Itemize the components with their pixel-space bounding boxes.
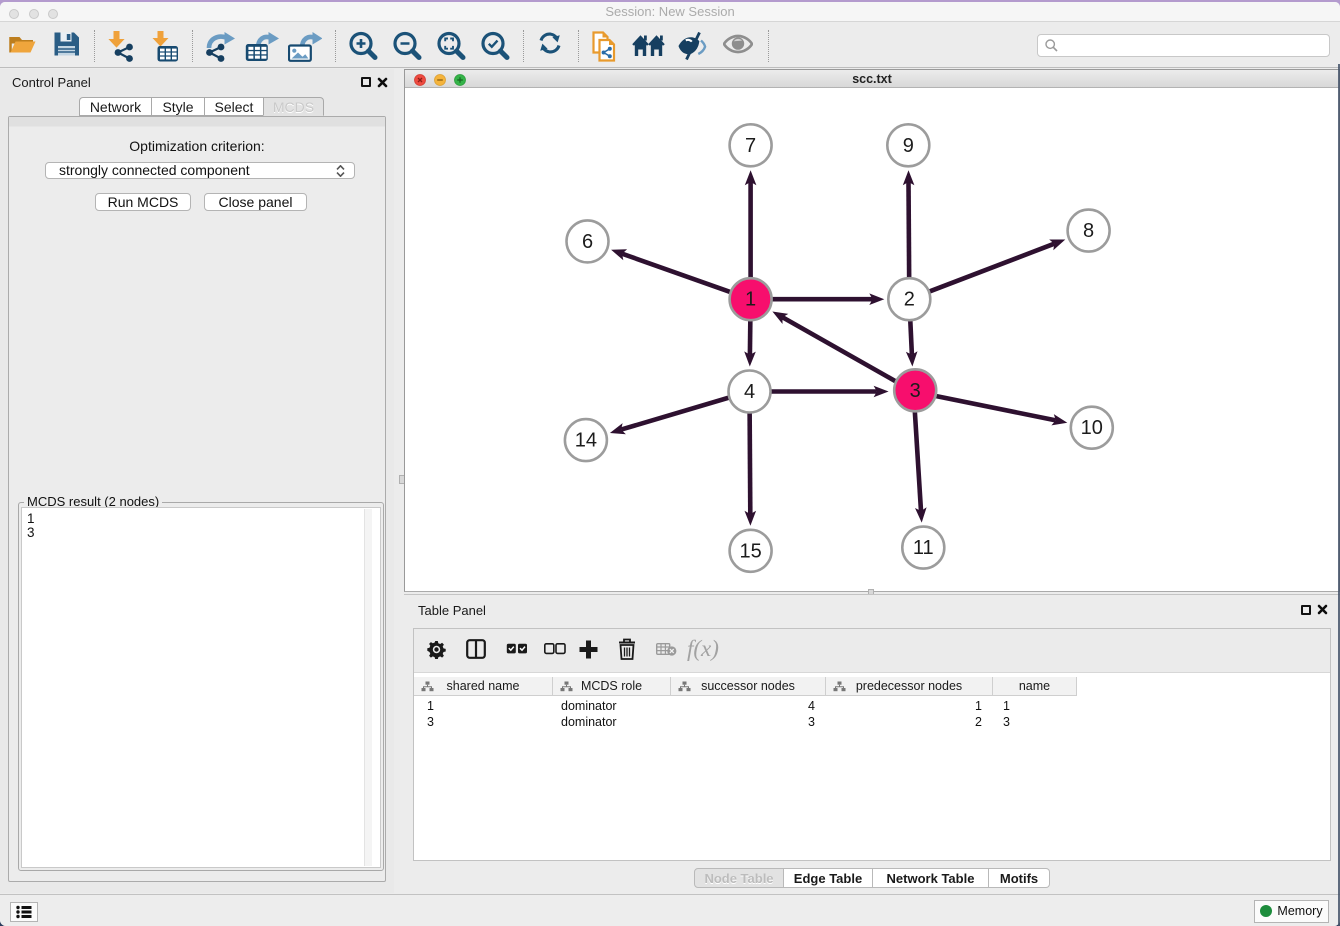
svg-text:14: 14: [575, 430, 597, 452]
svg-text:6: 6: [582, 231, 593, 253]
svg-text:8: 8: [1083, 220, 1094, 242]
svg-text:3: 3: [910, 380, 921, 402]
svg-text:11: 11: [913, 537, 934, 559]
svg-text:7: 7: [745, 135, 756, 157]
svg-text:1: 1: [745, 289, 756, 311]
svg-text:10: 10: [1081, 417, 1103, 439]
svg-text:2: 2: [904, 289, 915, 311]
svg-text:4: 4: [744, 381, 755, 403]
svg-text:15: 15: [739, 540, 761, 562]
svg-text:9: 9: [903, 135, 914, 157]
